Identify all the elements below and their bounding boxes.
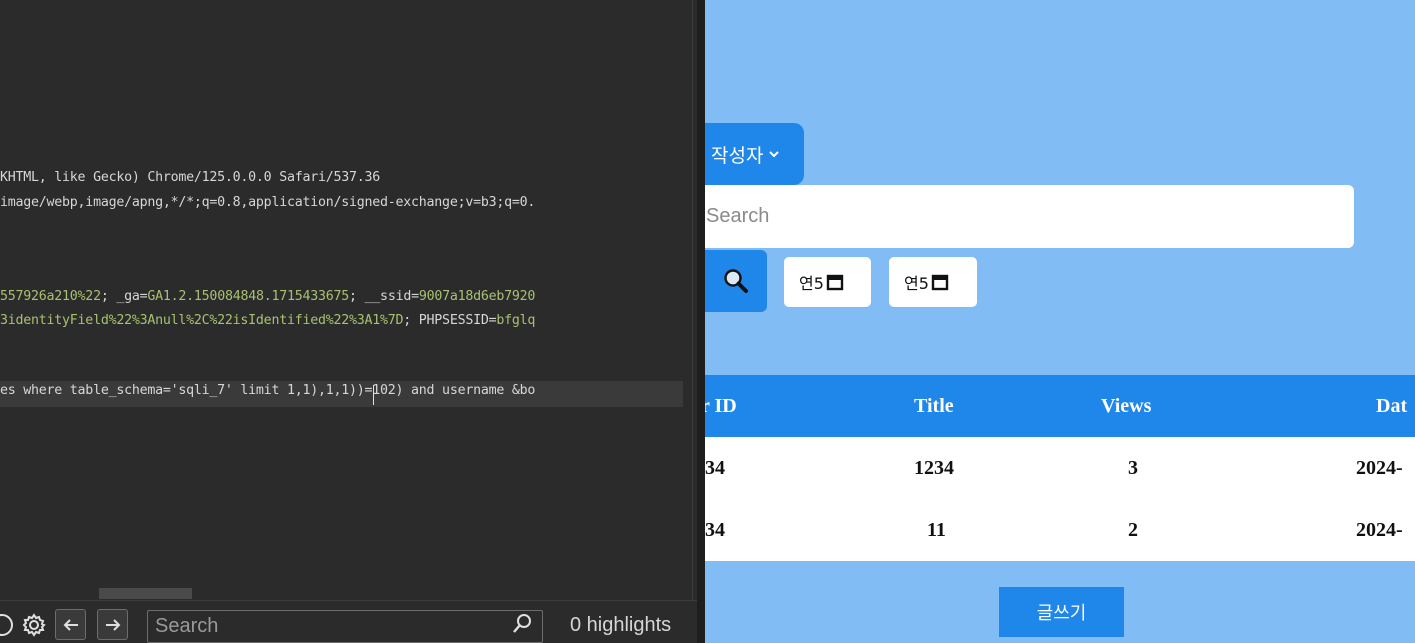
table-header: r ID Title Views Dat bbox=[705, 375, 1415, 437]
header-value: 3identityField%22%3Anull%2C%22isIdentifi… bbox=[0, 313, 404, 328]
request-editor[interactable]: KHTML, like Gecko) Chrome/125.0.0.0 Safa… bbox=[0, 0, 697, 643]
code-line[interactable]: image/webp,image/apng,*/*;q=0.8,applicat… bbox=[0, 195, 535, 210]
cell-views: 3 bbox=[1128, 457, 1138, 479]
text-caret bbox=[373, 385, 374, 405]
cell-id: 34 bbox=[705, 457, 725, 479]
header-views[interactable]: Views bbox=[1101, 375, 1151, 437]
header-text: ; PHPSESSID= bbox=[403, 313, 497, 328]
search-input[interactable] bbox=[705, 185, 1354, 248]
table-row[interactable]: 34 1234 3 2024- bbox=[705, 437, 1415, 499]
date-placeholder: 연5 bbox=[904, 274, 929, 293]
magnifier-icon bbox=[724, 269, 748, 293]
filter-label: 작성자 bbox=[711, 144, 764, 167]
header-id[interactable]: r ID bbox=[705, 375, 737, 437]
header-text: ; bbox=[349, 289, 365, 304]
header-value: bfglq bbox=[496, 313, 536, 328]
search-button[interactable] bbox=[705, 250, 767, 312]
arrow-left-icon[interactable] bbox=[55, 609, 86, 640]
filter-dropdown-button[interactable]: 작성자 bbox=[705, 123, 804, 185]
editor-scroll-edge bbox=[692, 0, 693, 600]
posts-table: r ID Title Views Dat 34 1234 3 2024- 34 … bbox=[705, 375, 1415, 561]
help-icon[interactable] bbox=[0, 609, 17, 640]
calendar-icon bbox=[826, 274, 844, 291]
magnifier-icon[interactable] bbox=[510, 612, 534, 638]
header-text: image/webp,image/apng,*/*;q=0.8,applicat… bbox=[0, 195, 536, 210]
write-post-button[interactable]: 글쓰기 bbox=[999, 587, 1124, 637]
header-text: _ga bbox=[116, 289, 140, 304]
code-line[interactable]: 557926a210%22; _ga = GA1.2.150084848.17154… bbox=[0, 289, 535, 304]
chevron-down-icon bbox=[769, 151, 780, 158]
horizontal-scrollbar[interactable] bbox=[99, 588, 192, 599]
code-line[interactable]: es where table_schema='sqli_7' limit 1,1… bbox=[0, 383, 535, 398]
header-date[interactable]: Dat bbox=[1376, 375, 1407, 437]
header-text: ; bbox=[100, 289, 117, 304]
gear-icon[interactable] bbox=[18, 609, 49, 640]
header-text: __ssid bbox=[364, 289, 412, 304]
cell-date: 2024- bbox=[1356, 457, 1403, 479]
calendar-icon bbox=[931, 274, 949, 291]
cell-date: 2024- bbox=[1356, 519, 1403, 541]
end-date-input[interactable]: 연5 bbox=[889, 257, 977, 307]
header-text: es where table_schema='sqli_7' limit 1,1… bbox=[0, 383, 536, 398]
start-date-input[interactable]: 연5 bbox=[784, 257, 871, 307]
cell-id: 34 bbox=[705, 519, 725, 541]
pane-divider[interactable] bbox=[697, 0, 705, 643]
cell-views: 2 bbox=[1128, 519, 1138, 541]
board-page: 작성자 연5 연5 r ID Title Views Dat 34 1234 3… bbox=[705, 0, 1415, 643]
editor-search-input[interactable] bbox=[147, 610, 543, 643]
date-placeholder: 연5 bbox=[799, 274, 824, 293]
header-value: GA1.2.150084848.1715433675 bbox=[147, 289, 350, 304]
arrow-right-icon[interactable] bbox=[97, 609, 128, 640]
cell-title[interactable]: 1234 bbox=[914, 437, 954, 499]
header-text: KHTML, like Gecko) Chrome/125.0.0.0 Safa… bbox=[0, 170, 381, 185]
header-title[interactable]: Title bbox=[914, 375, 954, 437]
highlights-count: 0 highlights bbox=[570, 614, 672, 636]
cell-title[interactable]: 11 bbox=[927, 499, 946, 561]
header-value: 9007a18d6eb7920 bbox=[418, 289, 536, 304]
header-value: 557926a210%22 bbox=[0, 289, 101, 304]
code-line[interactable]: 3identityField%22%3Anull%2C%22isIdentifi… bbox=[0, 313, 535, 328]
code-line[interactable]: KHTML, like Gecko) Chrome/125.0.0.0 Safa… bbox=[0, 170, 380, 185]
table-row[interactable]: 34 11 2 2024- bbox=[705, 499, 1415, 561]
header-text: = bbox=[411, 289, 419, 304]
